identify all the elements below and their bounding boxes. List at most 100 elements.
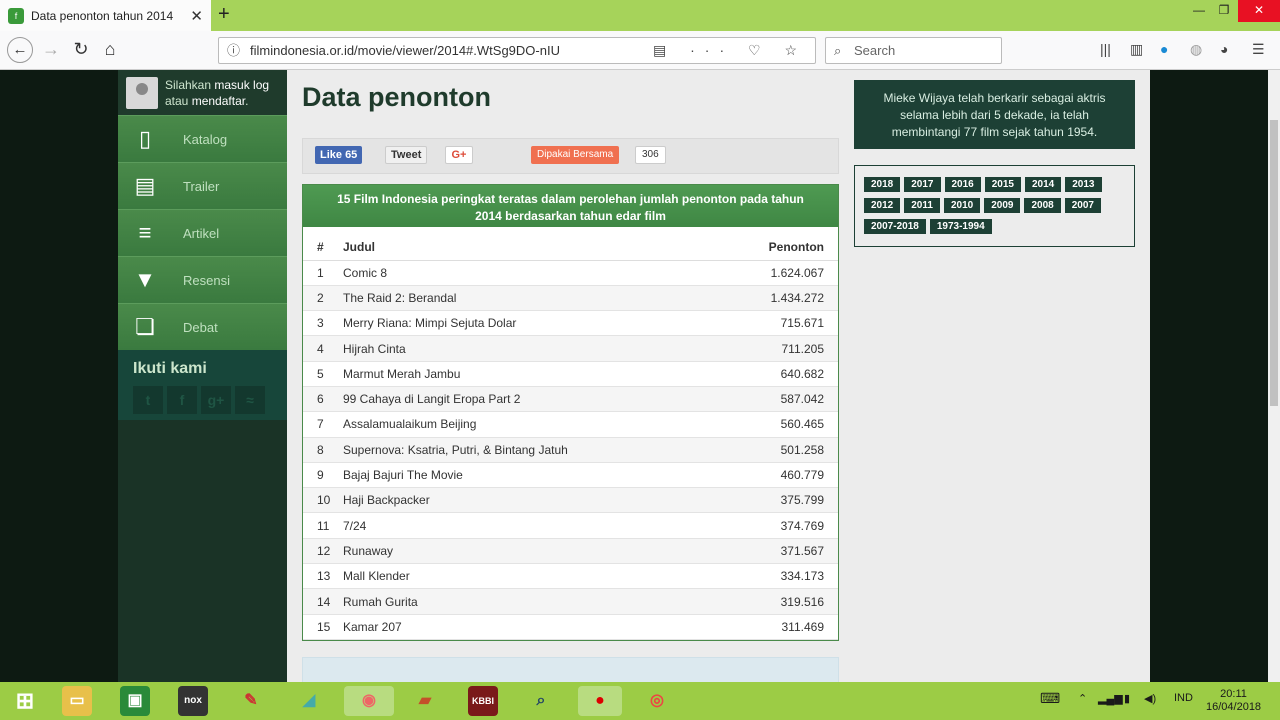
film-title-link[interactable]: 99 Cahaya di Langit Eropa Part 2 <box>343 386 722 413</box>
film-title-link[interactable]: Haji Backpacker <box>343 487 722 514</box>
new-tab-button[interactable]: + <box>218 3 230 26</box>
sidebar-item-debat[interactable]: ❏ Debat <box>118 303 287 350</box>
year-button[interactable]: 2008 <box>1024 198 1061 213</box>
film-title-link[interactable]: Rumah Gurita <box>343 588 722 615</box>
forward-button[interactable]: → <box>39 39 63 60</box>
year-button[interactable]: 2009 <box>984 198 1021 213</box>
maximize-button[interactable]: ❐ <box>1209 0 1239 22</box>
windows-start-icon[interactable]: ⊞ <box>10 686 40 716</box>
sidebar-item-artikel[interactable]: ≡ Artikel <box>118 209 287 256</box>
battery-icon[interactable]: ▮ <box>1124 692 1130 705</box>
year-button[interactable]: 2013 <box>1065 177 1102 192</box>
twitter-icon[interactable]: t <box>133 386 163 414</box>
year-button[interactable]: 2015 <box>984 177 1021 192</box>
reload-button[interactable]: ↻ <box>69 39 93 60</box>
row-number: 11 <box>303 512 343 539</box>
volume-icon[interactable]: ◀) <box>1144 692 1156 705</box>
user-box: Silahkan masuk log atau mendaftar. <box>118 70 287 115</box>
file-explorer-icon[interactable]: ▭ <box>62 686 92 716</box>
tweet-button[interactable]: Tweet <box>385 146 428 164</box>
network-icon[interactable]: ▂▄▆ <box>1098 692 1123 705</box>
browser-tab-bar: f Data penonton tahun 2014 ✕ + — ❐ ✕ <box>0 0 1280 31</box>
film-title-link[interactable]: Merry Riana: Mimpi Sejuta Dolar <box>343 310 722 337</box>
login-link[interactable]: masuk log <box>214 78 269 92</box>
viewer-count: 1.434.272 <box>721 285 838 312</box>
page-scrollbar[interactable] <box>1268 70 1280 682</box>
chrome-icon[interactable]: ◎ <box>642 686 672 716</box>
facebook-icon[interactable]: f <box>167 386 197 414</box>
column-header-number: # <box>303 235 343 261</box>
store-icon[interactable]: ▣ <box>120 686 150 716</box>
row-number: 9 <box>303 462 343 489</box>
sidebar-item-katalog[interactable]: ▯ Katalog <box>118 115 287 162</box>
film-title-link[interactable]: 7/24 <box>343 512 722 539</box>
film-title-link[interactable]: Runaway <box>343 538 722 565</box>
kbbi-icon[interactable]: KBBI <box>468 686 498 716</box>
sidebar-item-resensi[interactable]: ▼ Resensi <box>118 256 287 303</box>
film-title-link[interactable]: Mall Klender <box>343 563 722 590</box>
row-number: 4 <box>303 335 343 362</box>
film-title-link[interactable]: Supernova: Ksatria, Putri, & Bintang Jat… <box>343 437 722 463</box>
row-number: 8 <box>303 437 343 463</box>
year-button[interactable]: 2012 <box>864 198 901 213</box>
row-number: 7 <box>303 411 343 438</box>
books-icon[interactable]: ▰ <box>410 686 440 716</box>
extension2-icon[interactable]: ◍ <box>1190 41 1202 58</box>
facebook-like-button[interactable]: Like 65 <box>315 146 363 164</box>
viewer-count: 1.624.067 <box>721 260 838 286</box>
tray-expand-icon[interactable]: ⌃ <box>1078 692 1087 705</box>
language-indicator[interactable]: IND <box>1174 692 1193 704</box>
googleplus-icon[interactable]: g+ <box>201 386 231 414</box>
year-button[interactable]: 2007 <box>1064 198 1101 213</box>
recorder-icon[interactable]: ● <box>578 686 622 716</box>
url-bar[interactable]: ⓘ filmindonesia.or.id/movie/viewer/2014#… <box>218 37 816 64</box>
film-title-link[interactable]: The Raid 2: Berandal <box>343 285 722 312</box>
share-counter-button[interactable]: Dipakai Bersama <box>531 146 620 164</box>
year-button[interactable]: 2007-2018 <box>864 219 926 234</box>
magnifier-icon[interactable]: ⌕ <box>526 686 556 716</box>
browser-tab[interactable]: f Data penonton tahun 2014 ✕ <box>0 0 211 31</box>
film-title-link[interactable]: Kamar 207 <box>343 614 722 640</box>
tab-close-icon[interactable]: ✕ <box>190 7 203 25</box>
year-button[interactable]: 2018 <box>864 177 901 192</box>
site-info-icon[interactable]: ⓘ <box>227 38 240 63</box>
film-title-link[interactable]: Bajaj Bajuri The Movie <box>343 462 722 489</box>
film-title-link[interactable]: Marmut Merah Jambu <box>343 361 722 387</box>
window-close-button[interactable]: ✕ <box>1238 0 1280 22</box>
film-title-link[interactable]: Assalamualaikum Beijing <box>343 411 722 438</box>
extension3-icon[interactable]: ◕ <box>1220 41 1228 57</box>
firefox-icon[interactable]: ◉ <box>344 686 394 716</box>
year-button[interactable]: 1973-1994 <box>929 219 992 234</box>
scrollbar-thumb[interactable] <box>1270 120 1278 406</box>
app-icon[interactable]: ◢ <box>294 686 324 716</box>
nox-icon[interactable]: nox <box>178 686 208 716</box>
year-button[interactable]: 2014 <box>1025 177 1062 192</box>
year-button[interactable]: 2010 <box>943 198 981 213</box>
sidebar-item-label: Trailer <box>183 178 220 194</box>
url-action-icons[interactable]: ▤ ··· ♡ ☆ <box>653 38 807 63</box>
system-clock[interactable]: 20:11 16/04/2018 <box>1206 688 1261 714</box>
keyboard-icon[interactable]: ⌨ <box>1040 690 1060 707</box>
sidebar-item-label: Debat <box>183 319 218 335</box>
back-button[interactable]: ← <box>7 37 33 63</box>
year-button[interactable]: 2016 <box>944 177 981 192</box>
library-icon[interactable]: ||| <box>1100 41 1111 57</box>
film-title-link[interactable]: Comic 8 <box>343 260 722 286</box>
viewer-count: 334.173 <box>721 563 838 590</box>
year-button[interactable]: 2017 <box>904 177 941 192</box>
next-section-box <box>302 656 839 682</box>
googleplus-button[interactable]: G+ <box>445 146 473 164</box>
paint-icon[interactable]: ✎ <box>236 686 266 716</box>
register-link[interactable]: mendaftar <box>192 94 245 108</box>
search-input[interactable]: ⌕ Search <box>825 37 1002 64</box>
sidebar-toggle-icon[interactable]: ▥ <box>1130 41 1143 58</box>
web-page: Silahkan masuk log atau mendaftar. ▯ Kat… <box>0 70 1268 682</box>
home-button[interactable]: ⌂ <box>98 39 122 60</box>
rss-icon[interactable]: ≈ <box>235 386 265 414</box>
url-text: filmindonesia.or.id/movie/viewer/2014#.W… <box>250 43 560 58</box>
year-button[interactable]: 2011 <box>904 198 940 213</box>
film-title-link[interactable]: Hijrah Cinta <box>343 335 722 362</box>
sidebar-item-trailer[interactable]: ▤ Trailer <box>118 162 287 209</box>
menu-icon[interactable]: ☰ <box>1252 41 1265 58</box>
extension-icon[interactable]: ● <box>1160 41 1168 57</box>
